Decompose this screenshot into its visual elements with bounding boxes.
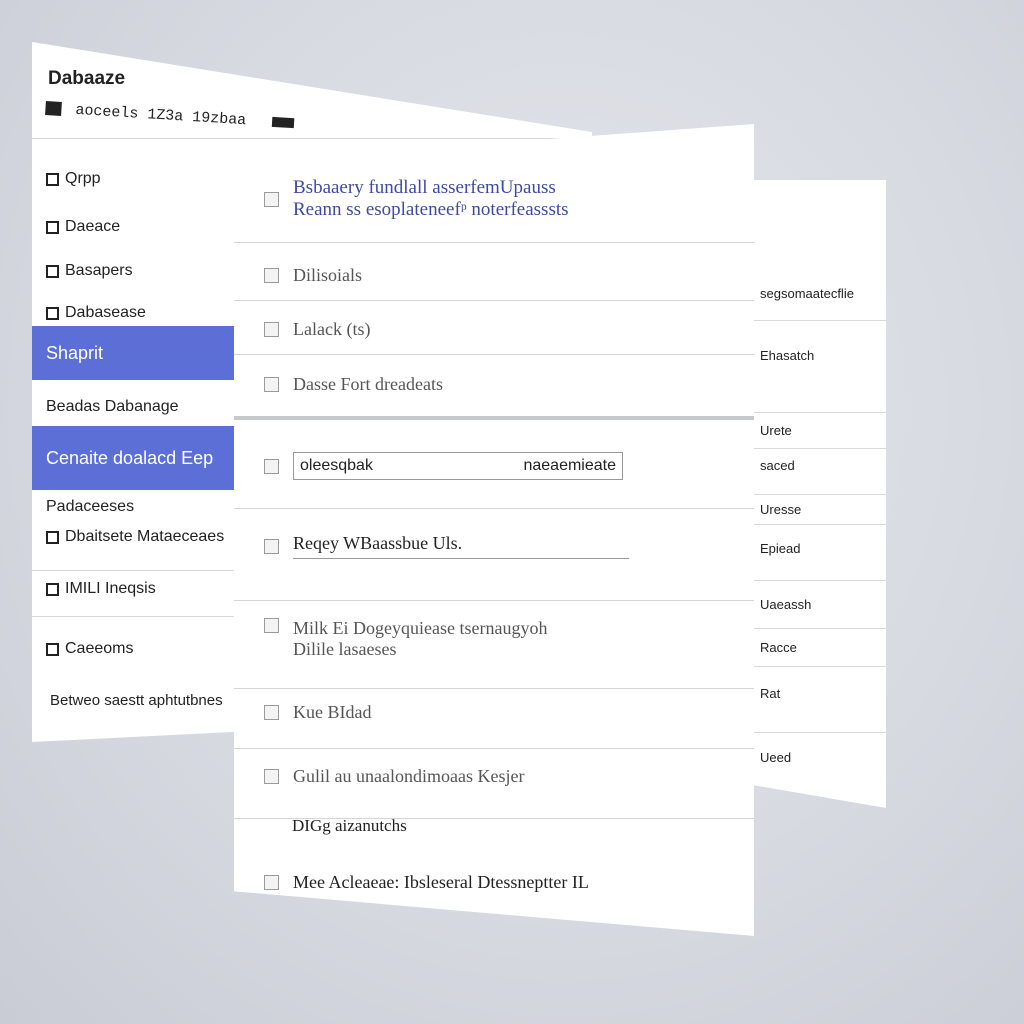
footer-text: Betweo saestt aphtutbnes: [50, 692, 223, 709]
list-item[interactable]: oleesqbak naeaemieate: [234, 444, 754, 488]
divider: [234, 354, 754, 355]
sidebar-item-qrpp[interactable]: Qrpp: [46, 170, 101, 188]
sidebar-item-label: Daeace: [65, 218, 121, 235]
list-item-label: Dilisoials: [293, 264, 363, 285]
right-row[interactable]: Uresse: [740, 494, 886, 524]
checkbox[interactable]: [264, 618, 279, 633]
right-row[interactable]: Urete: [740, 412, 886, 448]
sidebar-item-imili[interactable]: IMILI Ineqsis: [46, 580, 156, 598]
checkbox[interactable]: [264, 768, 279, 784]
checkbox[interactable]: [264, 376, 279, 392]
sidebar-item-cenaite-selected[interactable]: Cenaite doalacd Eep: [32, 426, 237, 490]
list-item[interactable]: Gulil au unaalondimoaas Kesjer: [234, 754, 754, 798]
list-item-label: Gulil au unaalondimoaas Kesjer: [293, 765, 525, 786]
divider: [234, 748, 754, 749]
sidebar-item-label: Dabasease: [65, 304, 146, 321]
checkbox[interactable]: [264, 458, 279, 474]
checkbox-icon: [46, 264, 59, 278]
main-panel: Bsbaaery fundlall asserfemUpauss Reann s…: [234, 124, 754, 936]
list-item-sublabel: Dilile lasaeses: [293, 639, 397, 659]
checkbox-icon: [46, 582, 59, 596]
checkbox[interactable]: [264, 321, 279, 337]
list-item-label: Dasse Fort dreadeats: [293, 373, 443, 394]
list-item[interactable]: Reqey WBaassbue Uls.: [234, 526, 754, 566]
checkbox-icon: [46, 642, 59, 656]
list-item-label: Lalack (ts): [293, 318, 371, 339]
divider: [234, 242, 754, 243]
list-item[interactable]: Kue BIdad: [234, 690, 754, 734]
right-row[interactable]: saced: [740, 448, 886, 482]
right-row[interactable]: Epiead: [740, 524, 886, 572]
sidebar-item-label: IMILI Ineqsis: [65, 580, 156, 597]
list-item[interactable]: Dasse Fort dreadeats: [234, 362, 754, 406]
logo-icon: [45, 101, 62, 116]
input-field[interactable]: Reqey WBaassbue Uls.: [293, 533, 629, 559]
sidebar-item-padaceeses[interactable]: Padaceeses: [46, 498, 134, 516]
list-item[interactable]: Mee Acleaeae: Ibsleseral Dtessneptter IL: [234, 860, 754, 904]
list-item-label: Milk Ei Dogeyquiease tsernaugyoh: [293, 618, 548, 638]
list-item[interactable]: Lalack (ts): [234, 308, 754, 350]
sidebar-item-label: Caeeoms: [65, 640, 134, 657]
checkbox-icon: [46, 306, 59, 320]
divider: [32, 616, 242, 617]
right-panel: segsomaatecflie Ehasatch Urete saced Ure…: [740, 180, 886, 808]
meta-line: aoceels 1Z3a 19zbaa: [45, 100, 309, 133]
panel-title: Dabaaze: [48, 68, 126, 89]
text-field[interactable]: oleesqbak naeaemieate: [293, 452, 623, 480]
divider: [234, 688, 754, 689]
meta-text: aoceels 1Z3a 19zbaa: [74, 101, 247, 130]
checkbox[interactable]: [264, 267, 279, 283]
header-line-1: Bsbaaery fundlall asserfemUpauss: [293, 177, 556, 198]
sidebar-item-beadas[interactable]: Beadas Dabanage: [46, 398, 179, 416]
list-item[interactable]: Milk Ei Dogeyquiease tsernaugyoh Dilile …: [234, 618, 754, 674]
section-label: DIGg aizanutchs: [292, 816, 407, 835]
sidebar-item-label: Basapers: [65, 262, 133, 279]
right-row[interactable]: segsomaatecflie: [740, 266, 886, 320]
right-row[interactable]: Ueed: [740, 732, 886, 782]
checkbox[interactable]: [264, 704, 279, 720]
checkbox-icon: [46, 172, 59, 186]
divider: [234, 300, 754, 301]
right-row[interactable]: Rat: [740, 666, 886, 720]
checkbox-icon: [46, 220, 59, 234]
list-item-label: Mee Acleaeae: Ibsleseral Dtessneptter IL: [293, 871, 589, 892]
sidebar-item-dbaitsete[interactable]: Dbaitsete Mataeceaes: [46, 528, 224, 546]
checkbox[interactable]: [264, 191, 279, 207]
card-separator: [234, 416, 754, 420]
divider: [32, 138, 592, 139]
sidebar-item-label: Qrpp: [65, 170, 101, 187]
checkbox[interactable]: [264, 538, 279, 554]
right-row[interactable]: Ehasatch: [740, 320, 886, 390]
sidebar-item-label: Dbaitsete Mataeceaes: [65, 528, 225, 545]
sidebar-item-caeeoms[interactable]: Caeeoms: [46, 640, 133, 658]
checkbox[interactable]: [264, 874, 279, 890]
checkbox-icon: [46, 530, 59, 544]
divider: [234, 600, 754, 601]
divider: [234, 508, 754, 509]
list-item-label: Kue BIdad: [293, 701, 372, 722]
sidebar-item-shaprit-selected[interactable]: Shaprit: [32, 326, 242, 380]
divider: [32, 570, 242, 571]
right-row[interactable]: Uaeassh: [740, 580, 886, 628]
list-item[interactable]: Dilisoials: [234, 254, 754, 296]
header-line-2: Reann ss esoplateneef⁠ᵖ noterfeasssts: [293, 199, 569, 220]
sidebar-item-basapers[interactable]: Basapers: [46, 262, 133, 280]
sidebar-item-daeace[interactable]: Daeace: [46, 218, 120, 236]
right-row[interactable]: Racce: [740, 628, 886, 666]
field-hint: naeaemieate: [523, 457, 616, 474]
header-row[interactable]: Bsbaaery fundlall asserfemUpauss Reann s…: [234, 168, 754, 230]
marker-icon: [271, 116, 295, 129]
sidebar-item-dabasease[interactable]: Dabasease: [46, 304, 146, 322]
field-value: oleesqbak: [300, 457, 373, 474]
